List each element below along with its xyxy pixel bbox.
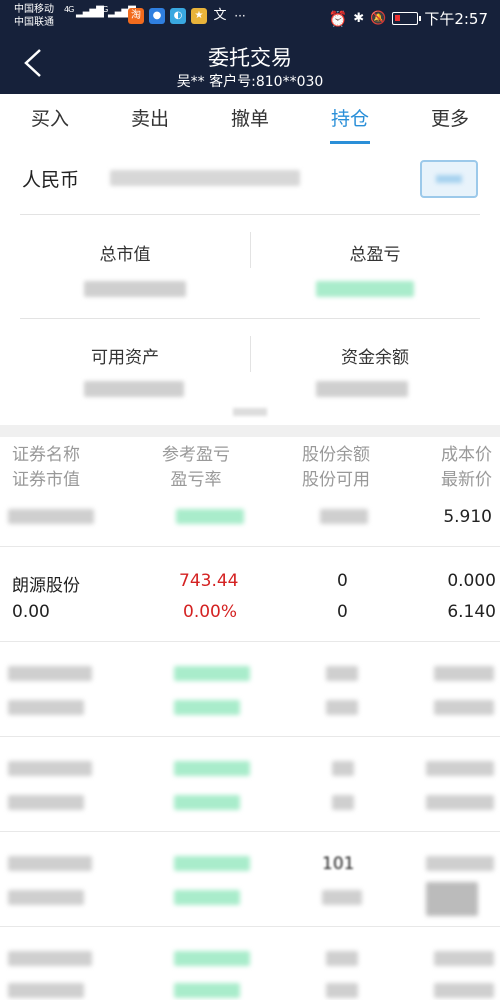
cell-redacted: [8, 795, 84, 810]
app-header: 委托交易 吴** 客户号:810**030: [0, 34, 500, 94]
cost-price: 5.910: [443, 507, 492, 527]
table-row[interactable]: 5.910: [0, 495, 500, 547]
profit-rate: 0.00%: [183, 602, 238, 622]
cell-redacted: [426, 761, 494, 776]
translate-icon: 文: [213, 8, 227, 23]
cell-redacted: [174, 983, 240, 998]
tab-more[interactable]: 更多: [400, 94, 500, 146]
cell-redacted: [426, 856, 494, 871]
cell-redacted: [326, 983, 358, 998]
col-header-balance: 股份余额 股份可用: [302, 445, 370, 490]
bluetooth-icon: ✱: [353, 11, 365, 26]
alarm-icon: ⏰: [328, 9, 348, 28]
cell-redacted: [434, 983, 494, 998]
table-row[interactable]: [0, 642, 500, 737]
table-row[interactable]: 101: [0, 832, 500, 927]
tab-buy[interactable]: 买入: [0, 94, 100, 146]
fund-balance-redacted: [316, 381, 408, 397]
cell-redacted: [174, 666, 250, 681]
available-assets-label: 可用资产: [91, 348, 159, 368]
page-title: 委托交易: [208, 46, 292, 70]
total-profit-redacted: [316, 281, 414, 297]
shares-available: 0: [337, 602, 348, 622]
currency-label: 人民币: [22, 169, 80, 191]
cell-redacted: [434, 951, 494, 966]
share-balance: 0: [337, 571, 348, 591]
trade-tabs: 买入 卖出 撤单 持仓 更多: [0, 94, 500, 146]
total-profit-label: 总盈亏: [349, 245, 401, 265]
baidu-app-icon: ●: [149, 8, 165, 24]
clock: 下午2:57: [424, 10, 488, 28]
section-separator: [0, 425, 500, 437]
cell-redacted: [8, 983, 84, 998]
tab-holdings[interactable]: 持仓: [300, 94, 400, 146]
battery-icon: [392, 12, 422, 25]
carrier-2: 中国联通: [14, 17, 54, 28]
cell-redacted: [8, 700, 84, 715]
account-subtitle: 吴** 客户号:810**030: [176, 74, 324, 90]
cell-redacted: [320, 509, 368, 524]
latest-price: 6.140: [447, 602, 496, 622]
cell-redacted: [8, 761, 92, 776]
fund-balance-label: 资金余额: [341, 348, 409, 368]
holdings-table-header: 证券名称 证券市值 参考盈亏 盈亏率 股份余额 股份可用 成本价 最新价: [0, 437, 500, 495]
tab-cancel-order[interactable]: 撤单: [200, 94, 300, 146]
game-app-icon: ★: [191, 8, 207, 24]
browser-app-icon: ◐: [170, 8, 186, 24]
status-right: ⏰ ✱ 🔕 下午2:57: [329, 8, 488, 29]
cell-redacted: [174, 700, 240, 715]
cell-redacted: [174, 856, 250, 871]
switch-account-button[interactable]: [420, 160, 478, 198]
col-header-name: 证券名称 证券市值: [12, 445, 80, 490]
stock-name: 朗源股份: [12, 576, 80, 596]
status-bar: 中国移动 中国联通 4G ▂▄▆█ 3G ▂▄▆█ 淘 ● ◐ ★ 文 ··· …: [0, 0, 500, 34]
network-type-2: 3G: [98, 5, 108, 14]
col-header-cost: 成本价 最新价: [441, 445, 492, 490]
cell-redacted: [174, 890, 240, 905]
reference-profit: 743.44: [179, 571, 239, 591]
cell-redacted: [326, 700, 358, 715]
taobao-app-icon: 淘: [128, 8, 144, 24]
cell-redacted: [332, 795, 354, 810]
cell-redacted: [174, 761, 250, 776]
cell-redacted: [322, 890, 362, 905]
table-row[interactable]: 朗源股份 0.00 743.44 0.00% 0 0 0.000 6.140: [0, 547, 500, 642]
carrier-1: 中国移动: [14, 4, 54, 15]
tab-sell[interactable]: 卖出: [100, 94, 200, 146]
cell-redacted: [8, 890, 84, 905]
cell-redacted: [8, 509, 94, 524]
share-balance: 101: [322, 854, 355, 874]
cell-redacted: [174, 795, 240, 810]
cell-redacted: [426, 795, 494, 810]
carrier-info: 中国移动 中国联通: [14, 3, 54, 29]
divider: [20, 318, 480, 319]
cell-redacted: [434, 700, 494, 715]
divider: [20, 214, 480, 215]
mute-icon: 🔕: [370, 11, 387, 26]
cell-redacted: [326, 951, 358, 966]
available-assets-redacted: [84, 381, 184, 397]
stock-market-value: 0.00: [12, 602, 50, 622]
cell-redacted: [8, 951, 92, 966]
more-notifications: ···: [234, 9, 246, 23]
table-row[interactable]: [0, 927, 500, 1000]
total-market-value-label: 总市值: [99, 245, 151, 265]
cell-redacted: [174, 951, 250, 966]
account-info-redacted: [110, 170, 300, 186]
network-type-1: 4G: [64, 5, 74, 14]
floating-button[interactable]: [426, 882, 478, 916]
cell-redacted: [332, 761, 354, 776]
cell-redacted: [434, 666, 494, 681]
table-row[interactable]: [0, 737, 500, 832]
cell-redacted: [8, 666, 92, 681]
col-header-profit: 参考盈亏 盈亏率: [162, 445, 230, 490]
cost-price: 0.000: [447, 571, 496, 591]
page-indicator: [233, 408, 267, 416]
cell-redacted: [326, 666, 358, 681]
cell-redacted: [176, 509, 244, 524]
total-market-value-redacted: [84, 281, 186, 297]
cell-redacted: [8, 856, 92, 871]
